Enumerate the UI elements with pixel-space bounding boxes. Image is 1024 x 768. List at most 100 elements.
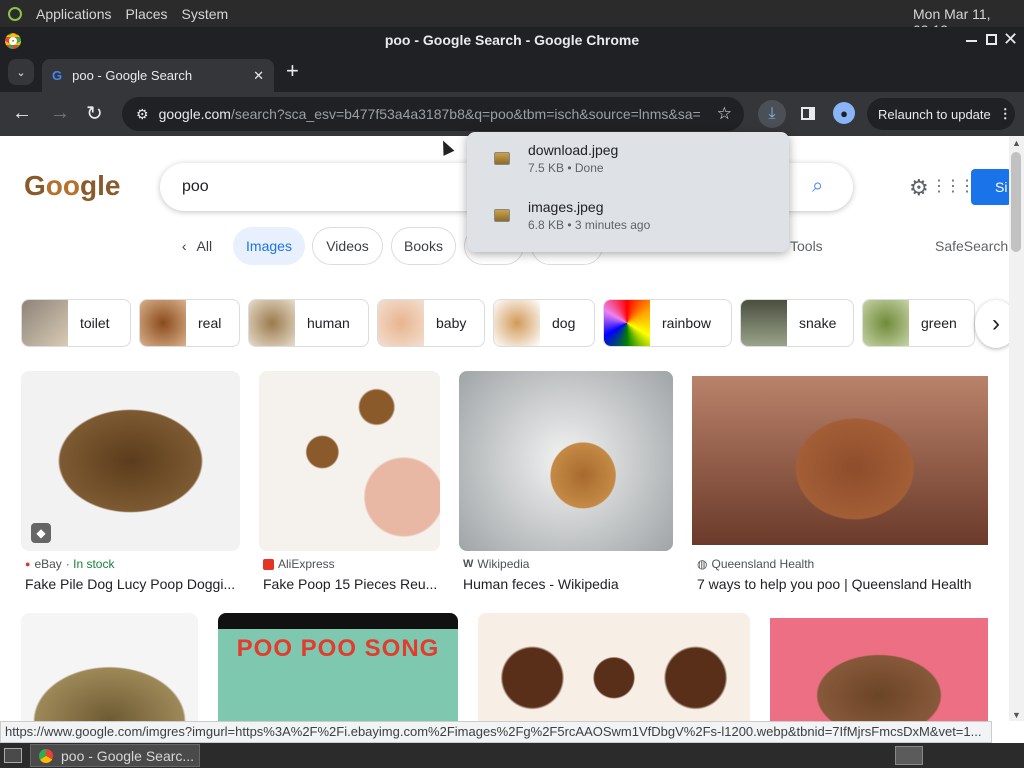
result-source-queensland[interactable]: ◍ Queensland Health [697, 557, 814, 571]
related-thumb [140, 300, 186, 346]
taskbar-window-title: poo - Google Searc... [61, 747, 195, 764]
site-info-icon[interactable]: ⚙ [136, 106, 149, 123]
more-menu-icon[interactable]: ⋮ [999, 106, 1012, 122]
vertical-scrollbar[interactable]: ▲ ▼ [1009, 136, 1024, 721]
result-image-queensland[interactable] [692, 376, 988, 545]
related-human[interactable]: human [248, 299, 369, 347]
workspace-switcher-icon[interactable] [895, 746, 923, 765]
related-label: real [198, 315, 222, 331]
tab-google-search[interactable]: G poo - Google Search ✕ [42, 59, 274, 92]
chrome-taskbar-icon [39, 748, 53, 763]
minimize-icon[interactable] [966, 40, 977, 42]
downloads-bubble: download.jpeg 7.5 KB • Done images.jpeg 6.… [467, 132, 789, 252]
settings-icon[interactable]: ⚙ [909, 175, 929, 201]
tab-title: poo - Google Search [72, 68, 193, 83]
download-item[interactable]: images.jpeg 6.8 KB • 3 minutes ago [467, 189, 789, 241]
chevron-left-icon: ‹ [181, 238, 187, 254]
result-source-aliexpress[interactable]: AliExpress [263, 557, 335, 571]
bookmark-star-icon[interactable]: ☆ [717, 104, 732, 124]
related-dog[interactable]: dog [493, 299, 595, 347]
related-toilet[interactable]: toilet [21, 299, 131, 347]
related-label: human [307, 315, 350, 331]
source-label: Queensland Health [711, 557, 815, 571]
google-favicon-icon: G [52, 68, 63, 83]
google-doodle-logo[interactable]: Google [24, 170, 120, 202]
related-label: dog [552, 315, 576, 331]
related-label: green [921, 315, 957, 331]
close-window-icon[interactable]: ✕ [1003, 29, 1018, 50]
result-title-ebay[interactable]: Fake Pile Dog Lucy Poop Doggi... [25, 576, 239, 592]
url-path: /search?sca_esv=b477f53a4a3187b8&q=poo&t… [230, 106, 701, 122]
result-title-queensland[interactable]: 7 ways to help you poo | Queensland Heal… [697, 576, 992, 592]
download-icon[interactable]: ⤓ [758, 100, 786, 128]
sign-in-button[interactable]: Si [971, 169, 1011, 205]
chip-books[interactable]: Books [391, 227, 456, 265]
related-label: rainbow [662, 315, 712, 331]
forward-icon: → [50, 102, 70, 124]
image-file-icon [494, 151, 510, 165]
back-icon[interactable]: ← [12, 102, 32, 125]
scroll-up-icon[interactable]: ▲ [1012, 138, 1021, 148]
related-label: toilet [80, 315, 110, 331]
image-file-icon [494, 208, 510, 222]
result-image-wikipedia[interactable] [459, 371, 673, 551]
related-label: baby [436, 315, 467, 331]
distro-logo-icon[interactable] [8, 6, 22, 21]
related-label: snake [799, 315, 837, 331]
menu-applications[interactable]: Applications [36, 6, 112, 22]
safesearch-link[interactable]: SafeSearch [935, 238, 1008, 254]
result-image-aliexpress[interactable] [259, 371, 440, 551]
url-domain: google.com [158, 106, 231, 122]
side-panel-icon[interactable] [801, 107, 815, 120]
related-rainbow[interactable]: rainbow [603, 299, 732, 347]
chip-all[interactable]: ‹ All [170, 227, 224, 265]
related-thumb [741, 300, 787, 346]
result-image-song[interactable]: POO POO SONG [218, 613, 458, 721]
show-desktop-icon[interactable] [4, 748, 22, 763]
maximize-icon[interactable] [986, 34, 997, 45]
relaunch-button[interactable]: Relaunch to update ⋮ [867, 98, 1015, 130]
related-real[interactable]: real [139, 299, 240, 347]
search-input[interactable]: poo [182, 178, 209, 196]
tab-search-icon[interactable]: ⌄ [8, 59, 34, 85]
reload-icon[interactable]: ↻ [86, 101, 103, 126]
chip-videos[interactable]: Videos [312, 227, 383, 265]
relaunch-label: Relaunch to update [878, 106, 991, 122]
search-icon[interactable]: ⌕ [812, 175, 823, 198]
globe-icon: ◍ [697, 557, 708, 571]
related-baby[interactable]: baby [377, 299, 485, 347]
result-title-aliexpress[interactable]: Fake Poop 15 Pieces Reu... [263, 576, 441, 592]
desktop-taskbar: poo - Google Searc... [0, 743, 1024, 768]
download-meta: 6.8 KB • 3 minutes ago [528, 217, 651, 232]
download-filename: images.jpeg [528, 198, 604, 215]
close-tab-icon[interactable]: ✕ [253, 68, 264, 84]
stock-label: · In stock [65, 557, 115, 571]
chip-images[interactable]: Images [233, 227, 305, 265]
menu-places[interactable]: Places [126, 6, 168, 22]
download-item[interactable]: download.jpeg 7.5 KB • Done [467, 132, 789, 184]
related-snake[interactable]: snake [740, 299, 854, 347]
scroll-thumb[interactable] [1011, 152, 1021, 252]
related-thumb [249, 300, 295, 346]
result-image-plush[interactable] [770, 618, 988, 721]
result-image-ebay[interactable]: ◆ [21, 371, 240, 551]
download-filename: download.jpeg [528, 141, 619, 158]
download-meta: 7.5 KB • Done [528, 160, 604, 175]
profile-icon[interactable]: ● [833, 102, 855, 124]
result-image-row2-1[interactable] [21, 613, 198, 721]
related-green[interactable]: green [862, 299, 975, 347]
result-image-emoji[interactable] [478, 613, 750, 721]
scroll-down-icon[interactable]: ▼ [1012, 710, 1021, 720]
result-source-wikipedia[interactable]: W Wikipedia [463, 557, 529, 571]
apps-grid-icon[interactable]: ⋮⋮⋮ [931, 176, 975, 196]
taskbar-window-button[interactable]: poo - Google Searc... [30, 744, 200, 767]
new-tab-button[interactable]: + [286, 58, 299, 84]
ebay-icon: ● [25, 559, 31, 569]
tools-link[interactable]: Tools [790, 238, 823, 254]
chrome-logo-icon [5, 33, 21, 49]
result-source-ebay[interactable]: ● eBay · In stock [25, 557, 114, 571]
result-title-wikipedia[interactable]: Human feces - Wikipedia [463, 576, 673, 592]
related-thumb [863, 300, 909, 346]
menu-system[interactable]: System [182, 6, 229, 22]
address-bar[interactable]: ⚙ google.com /search?sca_esv=b477f53a4a3… [122, 97, 744, 131]
